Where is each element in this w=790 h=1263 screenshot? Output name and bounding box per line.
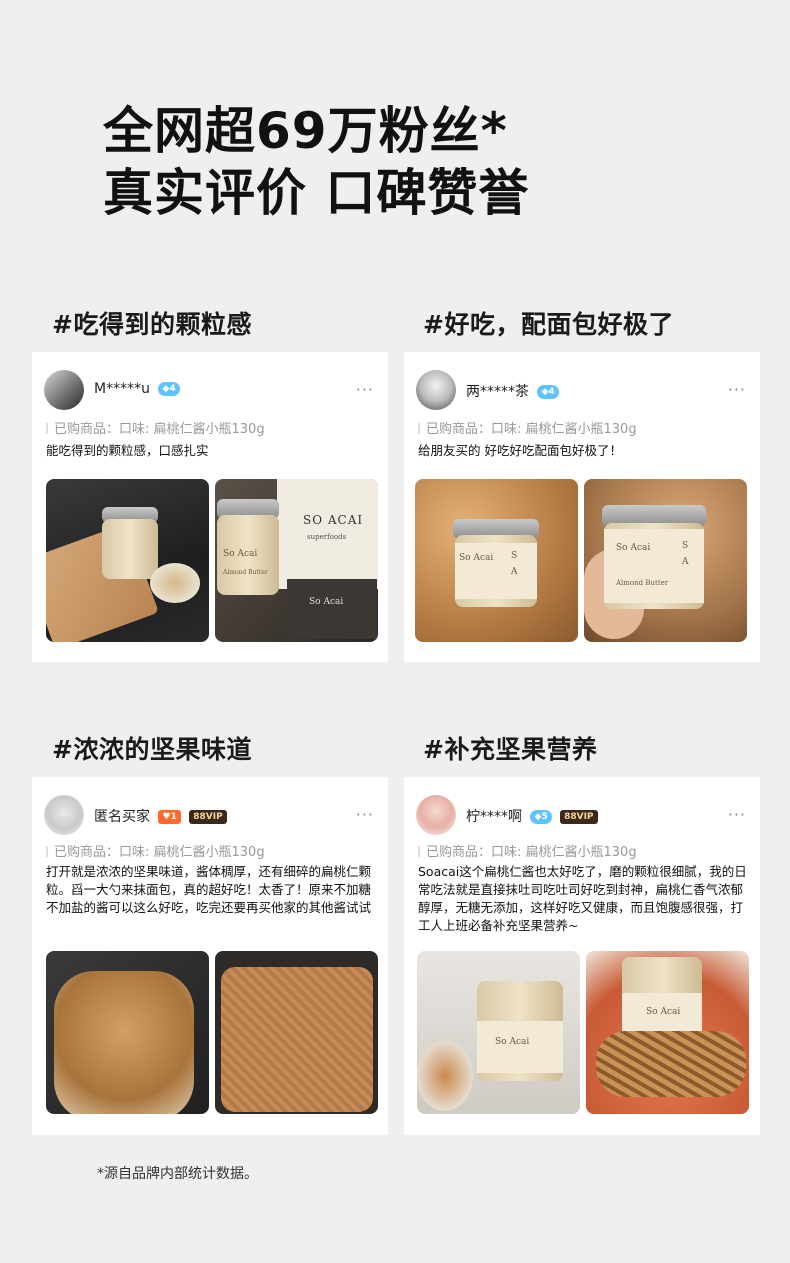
product-text: 已购商品：口味: 扁桃仁酱小瓶130g bbox=[426, 845, 637, 860]
jar-body bbox=[102, 519, 158, 579]
toast-slice bbox=[221, 967, 373, 1112]
vip-badge: 88VIP bbox=[560, 810, 598, 824]
jar-label: So Acai bbox=[477, 1021, 563, 1073]
review-text: 能吃得到的颗粒感，口感扎实 bbox=[46, 443, 209, 458]
review-photo[interactable]: So Acai bbox=[417, 951, 580, 1114]
footnote: *源自品牌内部统计数据。 bbox=[97, 1166, 258, 1182]
avatar[interactable] bbox=[416, 370, 456, 410]
purchased-product: 已购商品：口味: 扁桃仁酱小瓶130g bbox=[46, 418, 265, 437]
jar-letter-s: S bbox=[682, 541, 689, 551]
jar-brand-text: So Acai bbox=[223, 549, 258, 559]
toast-plate bbox=[417, 1041, 473, 1111]
jar-label: So Acai S A Almond Butter bbox=[604, 529, 704, 603]
review-photo[interactable]: So Acai S A Almond Butter bbox=[584, 479, 747, 642]
headline: 全网超69万粉丝* 真实评价 口碑赞誉 bbox=[103, 100, 529, 224]
toast-slice bbox=[596, 1031, 746, 1097]
more-options-icon[interactable]: ··· bbox=[728, 380, 746, 399]
headline-line-1: 全网超69万粉丝* bbox=[103, 102, 508, 160]
username-text: 柠****啊 bbox=[466, 809, 522, 825]
username[interactable]: M*****u ◆4 bbox=[94, 381, 180, 397]
review-card: 两*****茶 ◆4 ··· 已购商品：口味: 扁桃仁酱小瓶130g 给朋友买的… bbox=[404, 352, 760, 662]
jar-body: So Acai Almond Butter bbox=[217, 515, 279, 595]
diamond-level: 4 bbox=[548, 387, 555, 397]
review-photo[interactable]: SO ACAI superfoods So Acai So Acai Almon… bbox=[215, 479, 378, 642]
review-header: 匿名买家 ♥1 88VIP ··· bbox=[44, 795, 376, 835]
product-text: 已购商品：口味: 扁桃仁酱小瓶130g bbox=[54, 845, 265, 860]
more-options-icon[interactable]: ··· bbox=[356, 380, 374, 399]
review-text: 给朋友买的 好吃好吃配面包好极了！ bbox=[418, 443, 622, 458]
divider bbox=[418, 423, 420, 434]
jar-letter-a: A bbox=[682, 557, 689, 567]
avatar[interactable] bbox=[44, 370, 84, 410]
avatar[interactable] bbox=[416, 795, 456, 835]
jar-brand-text: So Acai bbox=[459, 553, 494, 563]
jar-body: So Acai S A Almond Butter bbox=[604, 523, 704, 609]
product-box: SO ACAI superfoods bbox=[277, 479, 378, 589]
review-photo[interactable]: So Acai S A bbox=[415, 479, 578, 642]
jar-brand-text: So Acai bbox=[646, 1007, 681, 1017]
section-tag: #好吃，配面包好极了 bbox=[423, 310, 674, 339]
review-header: 两*****茶 ◆4 ··· bbox=[416, 370, 748, 410]
purchased-product: 已购商品：口味: 扁桃仁酱小瓶130g bbox=[418, 418, 637, 437]
review-card: 柠****啊 ◆5 88VIP ··· 已购商品：口味: 扁桃仁酱小瓶130g … bbox=[404, 777, 760, 1135]
review-photo[interactable] bbox=[215, 951, 378, 1114]
divider bbox=[46, 423, 48, 434]
more-options-icon[interactable]: ··· bbox=[728, 805, 746, 824]
box-subtitle-text: superfoods bbox=[307, 533, 347, 541]
diamond-badge-icon: ◆4 bbox=[158, 382, 180, 396]
review-header: M*****u ◆4 ··· bbox=[44, 370, 376, 410]
level-badge-icon: ♥1 bbox=[158, 810, 181, 824]
review-photo[interactable] bbox=[46, 951, 209, 1114]
jar-brand-text: So Acai bbox=[495, 1037, 530, 1047]
jar-label: So Acai bbox=[622, 993, 702, 1033]
review-text: Soacai这个扁桃仁酱也太好吃了，磨的颗粒很细腻，我的日常吃法就是直接抹吐司吃… bbox=[418, 864, 747, 933]
review-text: 打开就是浓浓的坚果味道，酱体稠厚，还有细碎的扁桃仁颗粒。舀一大勺来抹面包，真的超… bbox=[46, 864, 372, 915]
username-text: M*****u bbox=[94, 381, 150, 397]
vip-badge: 88VIP bbox=[189, 810, 227, 824]
jar-type-text: Almond Butter bbox=[223, 569, 268, 576]
jar-letter-a: A bbox=[511, 567, 518, 577]
spread-dish bbox=[150, 563, 200, 603]
more-options-icon[interactable]: ··· bbox=[356, 805, 374, 824]
headline-line-2: 真实评价 口碑赞誉 bbox=[103, 164, 530, 222]
section-tag: #吃得到的颗粒感 bbox=[52, 310, 252, 339]
review-card: M*****u ◆4 ··· 已购商品：口味: 扁桃仁酱小瓶130g 能吃得到的… bbox=[32, 352, 388, 662]
diamond-level: 4 bbox=[169, 384, 176, 394]
jar-label: So Acai S A bbox=[455, 543, 537, 599]
review-photo[interactable]: So Acai bbox=[586, 951, 749, 1114]
purchased-product: 已购商品：口味: 扁桃仁酱小瓶130g bbox=[46, 841, 265, 860]
jar-brand-text: So Acai bbox=[616, 543, 651, 553]
username[interactable]: 两*****茶 ◆4 bbox=[466, 381, 559, 401]
jar-body: So Acai S A bbox=[455, 535, 537, 607]
card-brand-text: So Acai bbox=[309, 597, 344, 607]
section-tag: #补充坚果营养 bbox=[423, 735, 598, 764]
avatar[interactable] bbox=[44, 795, 84, 835]
diamond-badge-icon: ◆5 bbox=[530, 810, 552, 824]
purchased-product: 已购商品：口味: 扁桃仁酱小瓶130g bbox=[418, 841, 637, 860]
product-text: 已购商品：口味: 扁桃仁酱小瓶130g bbox=[426, 422, 637, 437]
review-card: 匿名买家 ♥1 88VIP ··· 已购商品：口味: 扁桃仁酱小瓶130g 打开… bbox=[32, 777, 388, 1135]
jar-type-text: Almond Butter bbox=[616, 579, 669, 587]
user-level: 1 bbox=[170, 812, 177, 822]
divider bbox=[46, 846, 48, 857]
username[interactable]: 柠****啊 ◆5 88VIP bbox=[466, 806, 598, 826]
diamond-badge-icon: ◆4 bbox=[537, 385, 559, 399]
jar-closeup bbox=[54, 971, 194, 1114]
review-header: 柠****啊 ◆5 88VIP ··· bbox=[416, 795, 748, 835]
username-text: 两*****茶 bbox=[466, 384, 529, 400]
section-tag: #浓浓的坚果味道 bbox=[52, 735, 252, 764]
dark-card: So Acai bbox=[287, 579, 377, 639]
divider bbox=[418, 846, 420, 857]
jar-body: So Acai bbox=[622, 957, 702, 1037]
product-text: 已购商品：口味: 扁桃仁酱小瓶130g bbox=[54, 422, 265, 437]
jar-body: So Acai bbox=[477, 981, 563, 1081]
review-photo[interactable] bbox=[46, 479, 209, 642]
jar-letter-s: S bbox=[511, 551, 518, 561]
username[interactable]: 匿名买家 ♥1 88VIP bbox=[94, 806, 227, 826]
box-brand-text: SO ACAI bbox=[303, 513, 364, 527]
username-text: 匿名买家 bbox=[94, 809, 150, 825]
diamond-level: 5 bbox=[541, 812, 548, 822]
